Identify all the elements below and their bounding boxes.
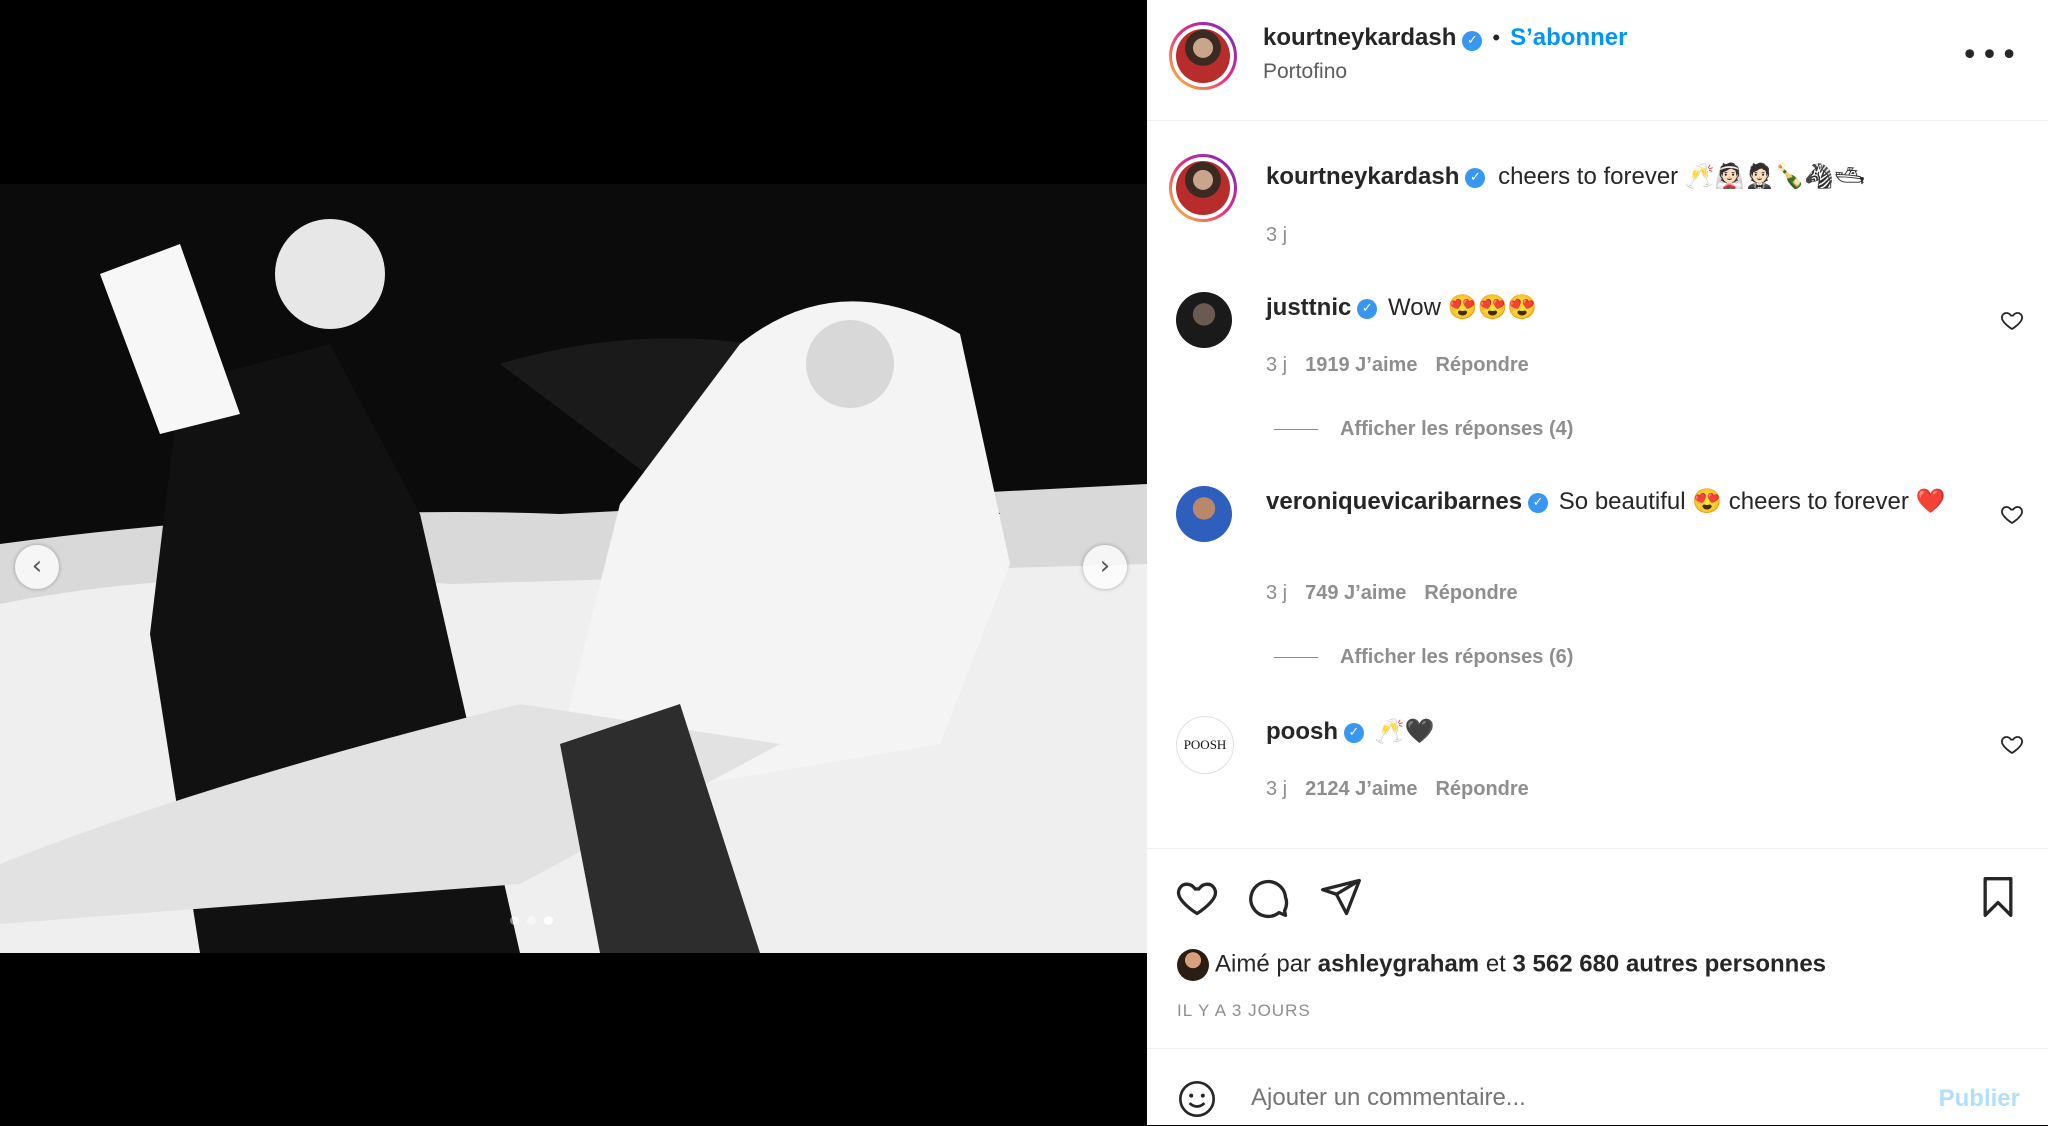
- post-media: ‹ ›: [0, 0, 1147, 1125]
- liker-username[interactable]: ashleygraham: [1318, 950, 1479, 977]
- add-comment-bar: Publier: [1147, 1048, 2048, 1126]
- previous-arrow-button[interactable]: ‹: [15, 545, 59, 589]
- like-comment-heart-icon[interactable]: [2000, 502, 2024, 526]
- reply-button[interactable]: Répondre: [1435, 354, 1528, 376]
- likes-prefix: Aimé par: [1215, 950, 1312, 978]
- reply-button[interactable]: Répondre: [1435, 778, 1528, 800]
- commenter-username[interactable]: poosh: [1266, 718, 1338, 745]
- view-replies-button[interactable]: Afficher les réponses (6): [1274, 646, 1573, 669]
- post-side-panel: kourtneykardash ✓ • S’abonner Portofino •••…: [1147, 0, 2048, 1125]
- comment-likes[interactable]: 749 J’aime: [1305, 582, 1406, 604]
- publish-button[interactable]: Publier: [1939, 1085, 2020, 1113]
- author-username[interactable]: kourtneykardash: [1263, 24, 1456, 51]
- post-actions: Aimé par ashleygraham et 3 562 680 autre…: [1147, 848, 2048, 1049]
- comment-likes[interactable]: 1919 J’aime: [1305, 354, 1417, 376]
- post-photo[interactable]: [0, 184, 1147, 953]
- carousel-dot-active: [544, 916, 553, 925]
- comment-time: 3 j: [1266, 582, 1288, 604]
- caption-text: cheers to forever 🥂👰🏻🤵🏻🍾🦓🛥: [1498, 163, 1865, 190]
- follow-button[interactable]: S’abonner: [1510, 24, 1627, 51]
- save-bookmark-icon[interactable]: [1976, 875, 2020, 919]
- replies-divider: [1274, 657, 1318, 659]
- view-replies-label: Afficher les réponses (4): [1340, 418, 1574, 440]
- carousel-dots: [510, 916, 553, 925]
- liker-avatar[interactable]: [1177, 949, 1209, 981]
- emoji-smiley-icon[interactable]: [1177, 1079, 1217, 1119]
- comment-text: Wow 😍😍😍: [1388, 294, 1538, 321]
- more-options-icon[interactable]: •••: [1961, 38, 2020, 73]
- comment-time: 3 j: [1266, 354, 1288, 376]
- caption-time: 3 j: [1266, 224, 1288, 246]
- comment-text: 🥂🖤: [1374, 718, 1435, 745]
- commenter-username[interactable]: veroniquevicaribarnes: [1266, 488, 1522, 515]
- commenter-avatar[interactable]: [1176, 486, 1232, 542]
- verified-badge-icon: ✓: [1528, 492, 1549, 513]
- carousel-dot: [527, 916, 536, 925]
- verified-badge-icon: ✓: [1462, 30, 1483, 51]
- like-comment-heart-icon[interactable]: [2000, 308, 2024, 332]
- verified-badge-icon: ✓: [1344, 722, 1364, 743]
- post-location[interactable]: Portofino: [1263, 60, 1347, 84]
- caption-username[interactable]: kourtneykardash: [1266, 163, 1459, 190]
- author-avatar[interactable]: [1169, 22, 1237, 90]
- commenter-avatar[interactable]: POOSH: [1176, 716, 1234, 774]
- post-header: kourtneykardash ✓ • S’abonner Portofino •••: [1147, 0, 2048, 121]
- comment-input[interactable]: [1249, 1083, 1853, 1113]
- comment-time: 3 j: [1266, 778, 1288, 800]
- post-date[interactable]: IL Y A 3 JOURS: [1177, 1001, 1311, 1021]
- likes-middle: et: [1485, 950, 1506, 978]
- verified-badge-icon: ✓: [1465, 167, 1486, 188]
- share-paper-plane-icon[interactable]: [1319, 875, 1363, 919]
- like-comment-heart-icon[interactable]: [2000, 732, 2024, 756]
- comment-bubble-icon[interactable]: [1247, 875, 1291, 919]
- likes-summary: Aimé par ashleygraham et 3 562 680 autre…: [1177, 949, 1826, 981]
- commenter-avatar[interactable]: [1176, 292, 1232, 348]
- next-arrow-button[interactable]: ›: [1083, 545, 1127, 589]
- comment-likes[interactable]: 2124 J’aime: [1305, 778, 1417, 800]
- carousel-dot: [510, 916, 519, 925]
- likes-count[interactable]: 3 562 680 autres personnes: [1513, 950, 1827, 977]
- replies-divider: [1274, 429, 1318, 431]
- wedding-photo-illustration: [0, 184, 1147, 953]
- like-heart-icon[interactable]: [1175, 875, 1219, 919]
- verified-badge-icon: ✓: [1357, 298, 1378, 319]
- view-replies-button[interactable]: Afficher les réponses (4): [1274, 418, 1573, 441]
- caption-avatar[interactable]: [1169, 154, 1237, 222]
- separator-dot: •: [1492, 25, 1501, 50]
- comment-text: So beautiful 😍 cheers to forever ❤️: [1558, 488, 1946, 515]
- commenter-username[interactable]: justtnic: [1266, 294, 1351, 321]
- reply-button[interactable]: Répondre: [1424, 582, 1517, 604]
- view-replies-label: Afficher les réponses (6): [1340, 646, 1574, 668]
